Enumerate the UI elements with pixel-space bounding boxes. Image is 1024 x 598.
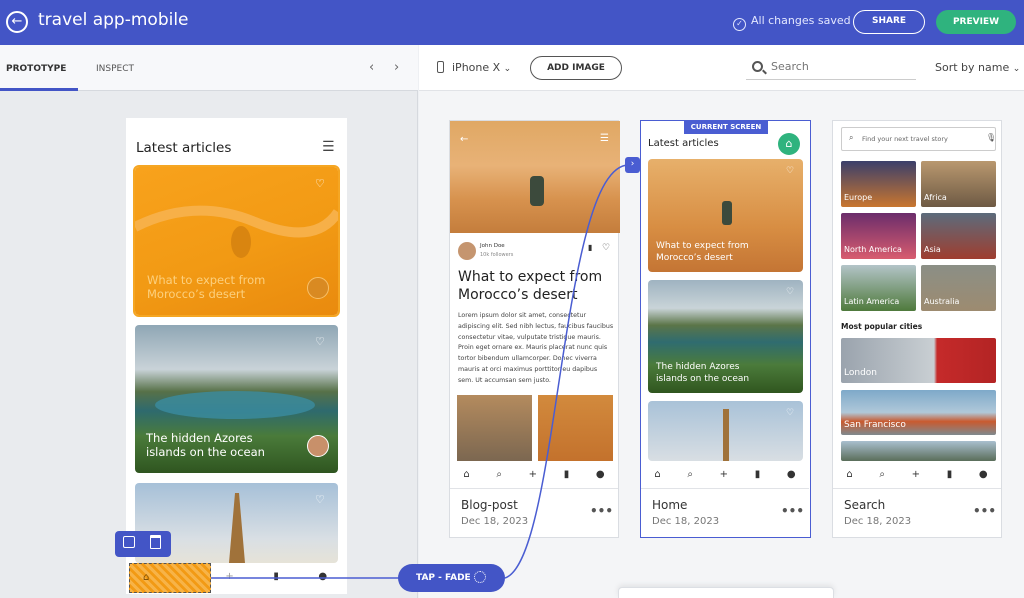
popup-panel [618,587,834,598]
settings-gear-icon[interactable] [474,571,486,583]
link-connector [211,164,631,579]
interaction-chip[interactable]: TAP - FADE [398,564,505,592]
link-target-arrow-icon: › [625,157,640,173]
